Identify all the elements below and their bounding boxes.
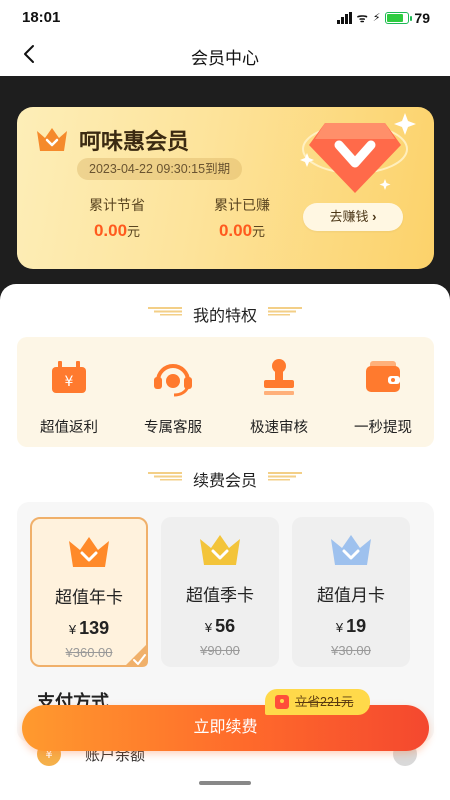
status-time: 18:01	[22, 9, 61, 26]
plan-currency: ¥	[68, 622, 77, 637]
plan-original-price: ¥90.00	[200, 643, 240, 658]
privilege-label: 专属客服	[144, 420, 202, 436]
earned-label: 累计已赚	[214, 197, 270, 213]
home-indicator[interactable]	[199, 781, 251, 785]
title-decoration-right	[268, 472, 302, 481]
earned-stat: 累计已赚 0.00元	[192, 195, 292, 241]
crown-icon	[200, 535, 240, 565]
crown-icon	[37, 128, 67, 151]
charging-icon: ⚡	[372, 12, 381, 24]
wifi-icon: ᯤ	[356, 11, 368, 25]
savings-text: 立省221元	[295, 695, 354, 709]
saved-value: 0.00	[93, 221, 128, 240]
wallet-icon	[366, 361, 400, 392]
plan-card-monthly[interactable]: 超值月卡 ¥19 ¥30.00	[292, 517, 410, 667]
plan-name: 超值年卡	[55, 588, 123, 607]
saved-stat: 累计节省 0.00元	[67, 195, 167, 241]
red-envelope-icon	[275, 695, 289, 709]
stamp-icon	[264, 359, 294, 395]
plan-card-quarterly[interactable]: 超值季卡 ¥56 ¥90.00	[161, 517, 279, 667]
customer-service-icon	[154, 364, 192, 397]
plan-original-price: ¥30.00	[331, 643, 371, 658]
battery-icon	[385, 11, 413, 24]
svg-text:¥: ¥	[65, 374, 74, 390]
crown-icon	[331, 535, 371, 565]
diamond-badge-icon	[300, 113, 416, 193]
title-decoration-right	[268, 307, 302, 316]
plan-name: 超值季卡	[186, 586, 254, 605]
plan-price: 56	[215, 616, 236, 636]
page-title: 会员中心	[191, 49, 259, 68]
earned-unit: 元	[252, 224, 266, 239]
renew-now-button[interactable]: 立即续费	[22, 705, 429, 751]
privileges-title: 我的特权	[192, 308, 257, 325]
status-icons: ᯤ ⚡ 79	[336, 9, 430, 26]
nav-bar: 会员中心	[0, 36, 450, 76]
earned-value: 0.00	[218, 221, 253, 240]
plan-currency: ¥	[204, 620, 213, 635]
savings-tag: 立省221元	[265, 689, 370, 715]
rebate-icon: ¥	[52, 361, 86, 393]
crown-icon	[69, 537, 109, 567]
privilege-label: 一秒提现	[354, 420, 412, 436]
selected-check-icon	[124, 643, 148, 667]
go-earn-button[interactable]: 去赚钱 ›	[303, 203, 403, 231]
battery-level: 79	[414, 9, 430, 26]
privilege-fast-review[interactable]: 极速审核	[229, 357, 329, 437]
saved-label: 累计节省	[89, 197, 145, 213]
privilege-rebate[interactable]: ¥ 超值返利	[19, 357, 119, 437]
plan-price: 19	[346, 616, 367, 636]
plan-price: 139	[79, 618, 110, 638]
privilege-label: 极速审核	[250, 420, 308, 436]
plan-name: 超值月卡	[317, 586, 385, 605]
signal-icon	[336, 11, 352, 24]
expiry-date: 2023-04-22 09:30:15到期	[77, 158, 243, 180]
chevron-right-icon: ›	[372, 209, 377, 224]
privilege-customer-service[interactable]: 专属客服	[123, 357, 223, 437]
renew-title: 续费会员	[192, 473, 257, 490]
plan-card-annual[interactable]: 超值年卡 ¥139 ¥360.00	[30, 517, 148, 667]
saved-unit: 元	[127, 224, 141, 239]
privileges-panel: ¥ 超值返利 专属客服 极速审核 一秒提现	[17, 337, 434, 447]
status-bar: 18:01 ᯤ ⚡ 79	[0, 0, 450, 36]
privilege-instant-withdraw[interactable]: 一秒提现	[333, 357, 433, 437]
membership-name: 呵味惠会员	[79, 129, 190, 154]
privilege-label: 超值返利	[40, 420, 98, 436]
plan-currency: ¥	[335, 620, 344, 635]
vip-card: 呵味惠会员 2023-04-22 09:30:15到期 累计节省 0.00元 累…	[17, 107, 434, 269]
go-earn-label: 去赚钱	[329, 209, 369, 224]
